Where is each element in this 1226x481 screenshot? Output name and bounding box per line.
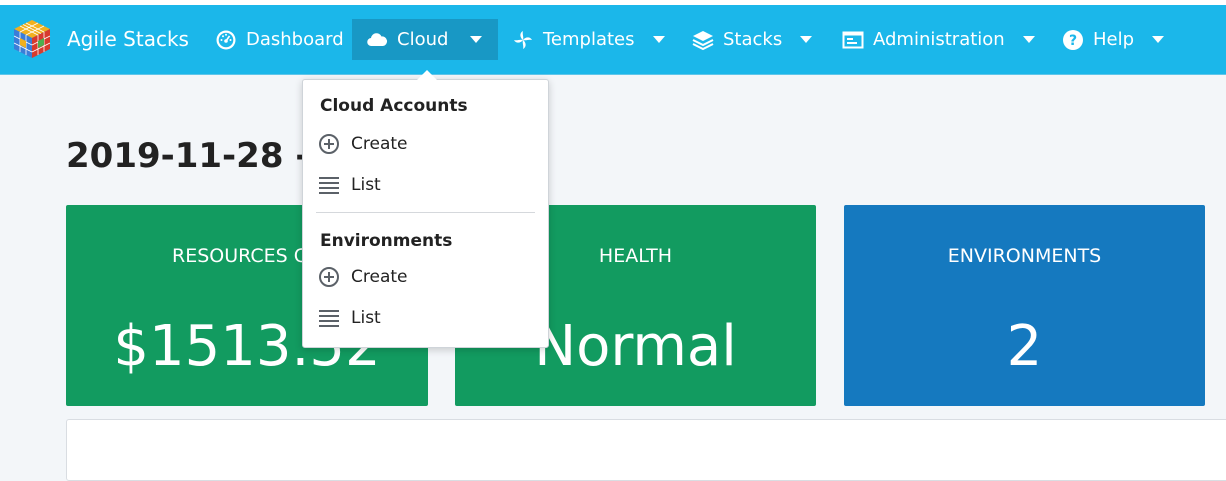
dropdown-item-label: List: [351, 308, 381, 328]
chevron-down-icon: [800, 36, 813, 43]
nav-cloud[interactable]: Cloud: [352, 19, 498, 60]
nav-stacks-label: Stacks: [723, 29, 783, 50]
nav-templates[interactable]: Templates: [498, 19, 679, 60]
dropdown-divider: [316, 212, 535, 213]
chevron-down-icon: [1152, 36, 1165, 43]
brand-name: Agile Stacks: [67, 27, 189, 51]
list-icon: [319, 177, 339, 194]
environments-list-item[interactable]: List: [318, 307, 381, 329]
templates-icon: [514, 30, 532, 49]
chevron-down-icon: [470, 36, 483, 43]
administration-icon: [842, 31, 864, 48]
svg-text:?: ?: [1069, 33, 1077, 49]
nav-administration[interactable]: Administration: [828, 19, 1049, 60]
environments-card[interactable]: ENVIRONMENTS 2: [844, 205, 1205, 406]
plus-circle-icon: [319, 267, 339, 287]
dropdown-item-label: List: [351, 175, 381, 195]
nav-help[interactable]: ? Help: [1048, 19, 1178, 60]
cloud-accounts-list-item[interactable]: List: [318, 174, 381, 196]
dropdown-arrow: [417, 70, 437, 80]
agile-stacks-logo-icon: [13, 20, 51, 58]
nav-administration-label: Administration: [873, 29, 1005, 50]
chevron-down-icon: [652, 36, 665, 43]
chevron-down-icon: [1022, 36, 1035, 43]
cloud-dropdown-menu: Cloud Accounts Create List Environments …: [302, 70, 549, 348]
nav-dashboard-label: Dashboard: [246, 29, 344, 50]
nav-dashboard[interactable]: Dashboard: [201, 19, 358, 60]
plus-circle-icon: [319, 134, 339, 154]
nav-templates-label: Templates: [543, 29, 635, 50]
content-panel: [66, 419, 1226, 481]
brand[interactable]: Agile Stacks: [11, 15, 189, 63]
environments-header: Environments: [320, 231, 453, 251]
card-title: ENVIRONMENTS: [947, 245, 1102, 267]
environments-create-item[interactable]: Create: [318, 266, 408, 288]
cloud-icon: [367, 32, 388, 46]
dropdown-item-label: Create: [351, 134, 408, 154]
card-value: 2: [1006, 314, 1043, 379]
top-navbar: Agile Stacks Dashboard Cloud Templates S…: [0, 5, 1226, 75]
cloud-accounts-create-item[interactable]: Create: [318, 133, 408, 155]
nav-stacks[interactable]: Stacks: [678, 19, 826, 60]
list-icon: [319, 310, 339, 327]
nav-help-label: Help: [1093, 29, 1135, 50]
dropdown-item-label: Create: [351, 267, 408, 287]
nav-cloud-label: Cloud: [397, 29, 449, 50]
cloud-accounts-header: Cloud Accounts: [320, 96, 468, 116]
help-icon: ?: [1063, 29, 1083, 50]
stacks-icon: [692, 30, 714, 50]
dashboard-icon: [216, 30, 236, 49]
